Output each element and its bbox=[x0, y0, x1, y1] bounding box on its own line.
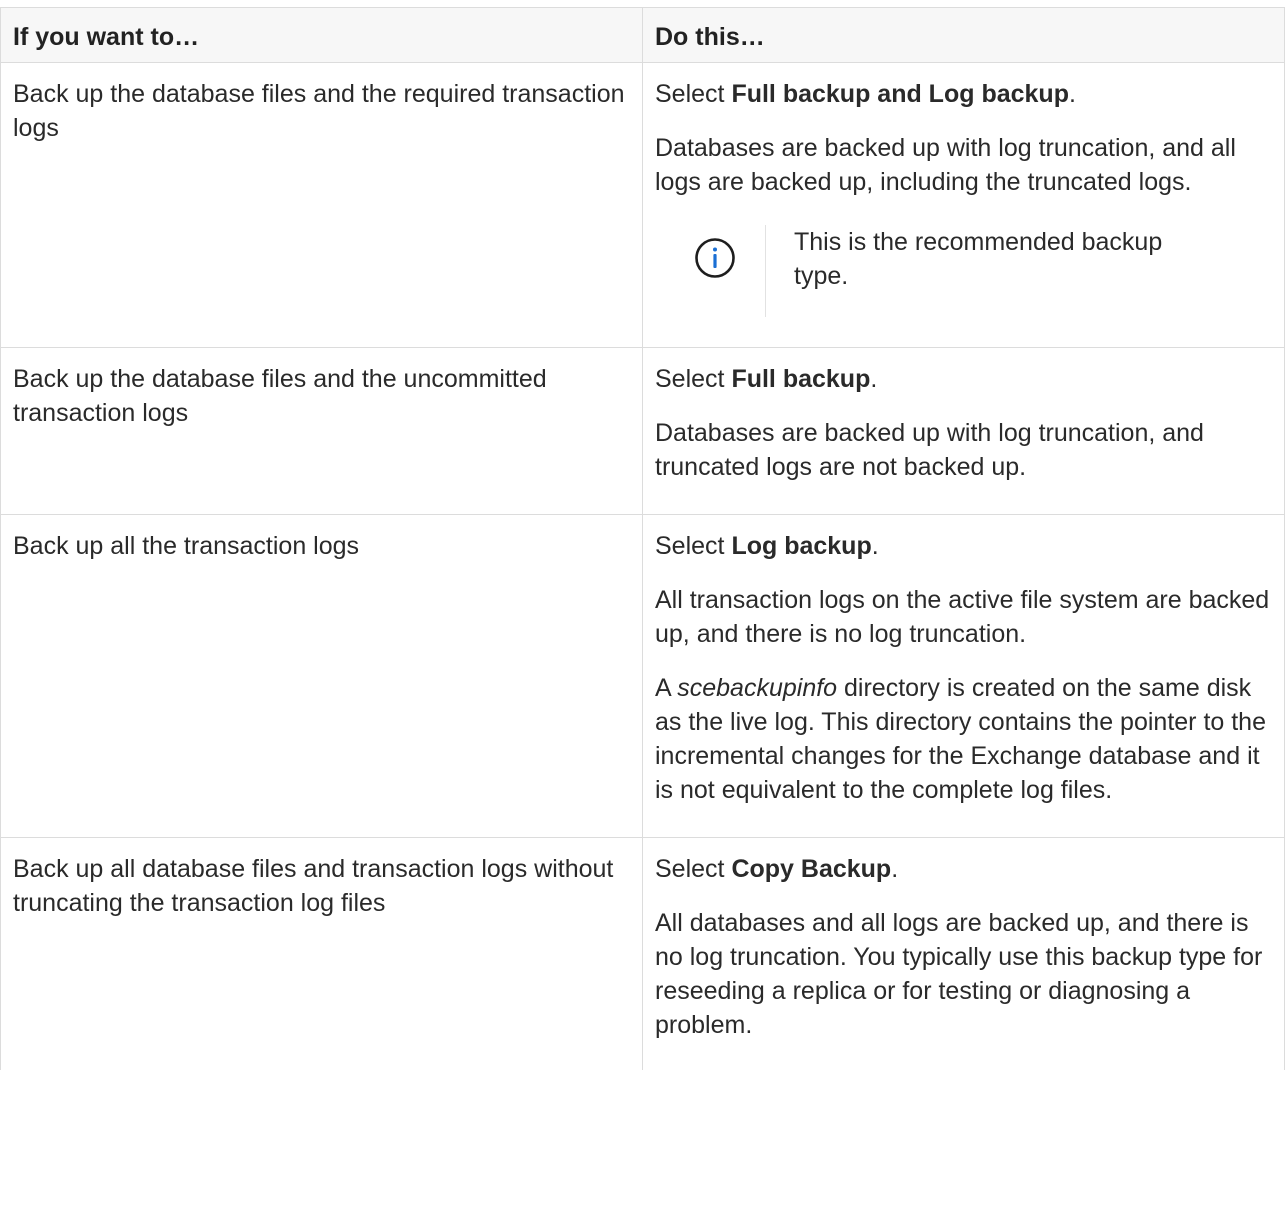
info-icon bbox=[695, 238, 735, 278]
action-cell: Select Log backup. All transaction logs … bbox=[642, 514, 1285, 838]
note-divider bbox=[765, 225, 766, 317]
select-suffix: . bbox=[870, 365, 878, 393]
directory-description: A scebackupinfo directory is created on … bbox=[655, 671, 1274, 807]
want-text: Back up all the transaction logs bbox=[13, 532, 360, 560]
backup-type-table: If you want to… Do this… Back up the dat… bbox=[0, 7, 1285, 1070]
select-suffix: . bbox=[871, 532, 879, 560]
select-prefix: Select bbox=[655, 532, 732, 560]
option-name: Copy Backup bbox=[731, 855, 892, 883]
want-cell: Back up all the transaction logs bbox=[0, 514, 643, 838]
header-if-you-want-to: If you want to… bbox=[0, 7, 643, 63]
directory-prefix: A bbox=[655, 674, 678, 702]
note-text: This is the recommended backup type. bbox=[794, 228, 1163, 290]
want-cell: Back up the database files and the uncom… bbox=[0, 347, 643, 515]
select-instruction: Select Full backup. bbox=[655, 362, 1274, 396]
action-cell: Select Full backup. Databases are backed… bbox=[642, 347, 1285, 515]
select-instruction: Select Copy Backup. bbox=[655, 852, 1274, 886]
want-text: Back up all database files and transacti… bbox=[13, 855, 614, 917]
option-description: Databases are backed up with log truncat… bbox=[655, 134, 1236, 196]
select-instruction: Select Full backup and Log backup. bbox=[655, 77, 1274, 111]
table-row: Back up all database files and transacti… bbox=[0, 837, 1285, 1070]
select-instruction: Select Log backup. bbox=[655, 529, 1274, 563]
want-cell: Back up the database files and the requi… bbox=[0, 62, 643, 348]
select-suffix: . bbox=[1068, 80, 1076, 108]
table-row: Back up the database files and the requi… bbox=[0, 62, 1285, 348]
note-admonition: This is the recommended backup type. bbox=[665, 225, 1274, 317]
want-text: Back up the database files and the uncom… bbox=[13, 365, 547, 427]
select-prefix: Select bbox=[655, 855, 732, 883]
select-prefix: Select bbox=[655, 80, 732, 108]
directory-name: scebackupinfo bbox=[677, 674, 838, 702]
want-cell: Back up all database files and transacti… bbox=[0, 837, 643, 1070]
table-row: Back up the database files and the uncom… bbox=[0, 347, 1285, 515]
option-description: All transaction logs on the active file … bbox=[655, 586, 1270, 648]
option-name: Full backup bbox=[731, 365, 871, 393]
action-cell: Select Full backup and Log backup. Datab… bbox=[642, 62, 1285, 348]
want-text: Back up the database files and the requi… bbox=[13, 80, 625, 142]
select-suffix: . bbox=[891, 855, 899, 883]
header-do-this: Do this… bbox=[642, 7, 1285, 63]
action-cell: Select Copy Backup. All databases and al… bbox=[642, 837, 1285, 1070]
option-description: All databases and all logs are backed up… bbox=[655, 909, 1263, 1039]
table-row: Back up all the transaction logs Select … bbox=[0, 514, 1285, 838]
option-name: Full backup and Log backup bbox=[731, 80, 1069, 108]
option-name: Log backup bbox=[731, 532, 872, 560]
option-description: Databases are backed up with log truncat… bbox=[655, 419, 1204, 481]
select-prefix: Select bbox=[655, 365, 732, 393]
table-header-row: If you want to… Do this… bbox=[0, 7, 1285, 63]
